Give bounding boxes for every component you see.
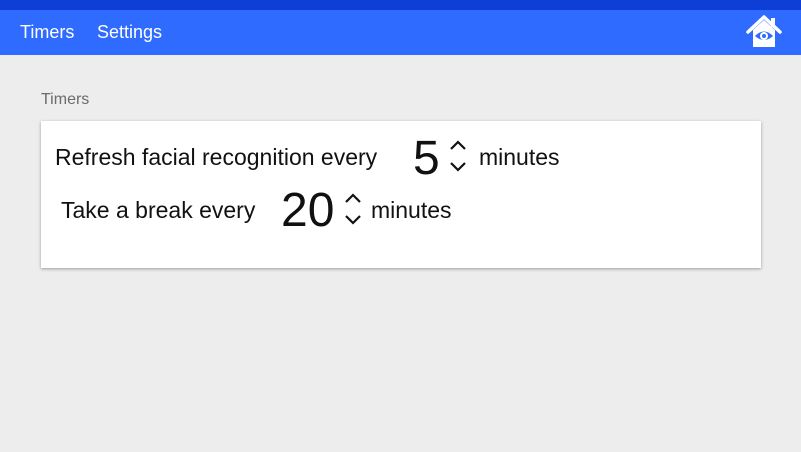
app-bar: Timers Settings [0, 10, 801, 55]
chevron-up-icon [450, 140, 466, 150]
timer-value[interactable]: 5 [413, 135, 440, 183]
top-accent-strip [0, 0, 801, 10]
timer-unit: minutes [479, 144, 560, 170]
timers-card: Refresh facial recognition every 5 minut… [41, 121, 761, 268]
timer-stepper [342, 189, 364, 229]
chevron-down-icon [450, 162, 466, 172]
timer-stepper [447, 136, 469, 176]
timer-label: Refresh facial recognition every [55, 144, 378, 170]
increment-button[interactable] [342, 189, 364, 207]
timer-label: Take a break every [61, 197, 256, 223]
tab-settings[interactable]: Settings [97, 10, 162, 55]
decrement-button[interactable] [447, 158, 469, 176]
decrement-button[interactable] [342, 211, 364, 229]
increment-button[interactable] [447, 136, 469, 154]
section-title: Timers [41, 91, 90, 108]
home-eye-icon [746, 15, 782, 47]
timer-unit: minutes [371, 197, 452, 223]
timer-value[interactable]: 20 [281, 187, 334, 235]
chevron-up-icon [345, 193, 361, 203]
home-button[interactable] [745, 13, 783, 51]
chevron-down-icon [345, 215, 361, 225]
tab-timers[interactable]: Timers [20, 10, 74, 55]
